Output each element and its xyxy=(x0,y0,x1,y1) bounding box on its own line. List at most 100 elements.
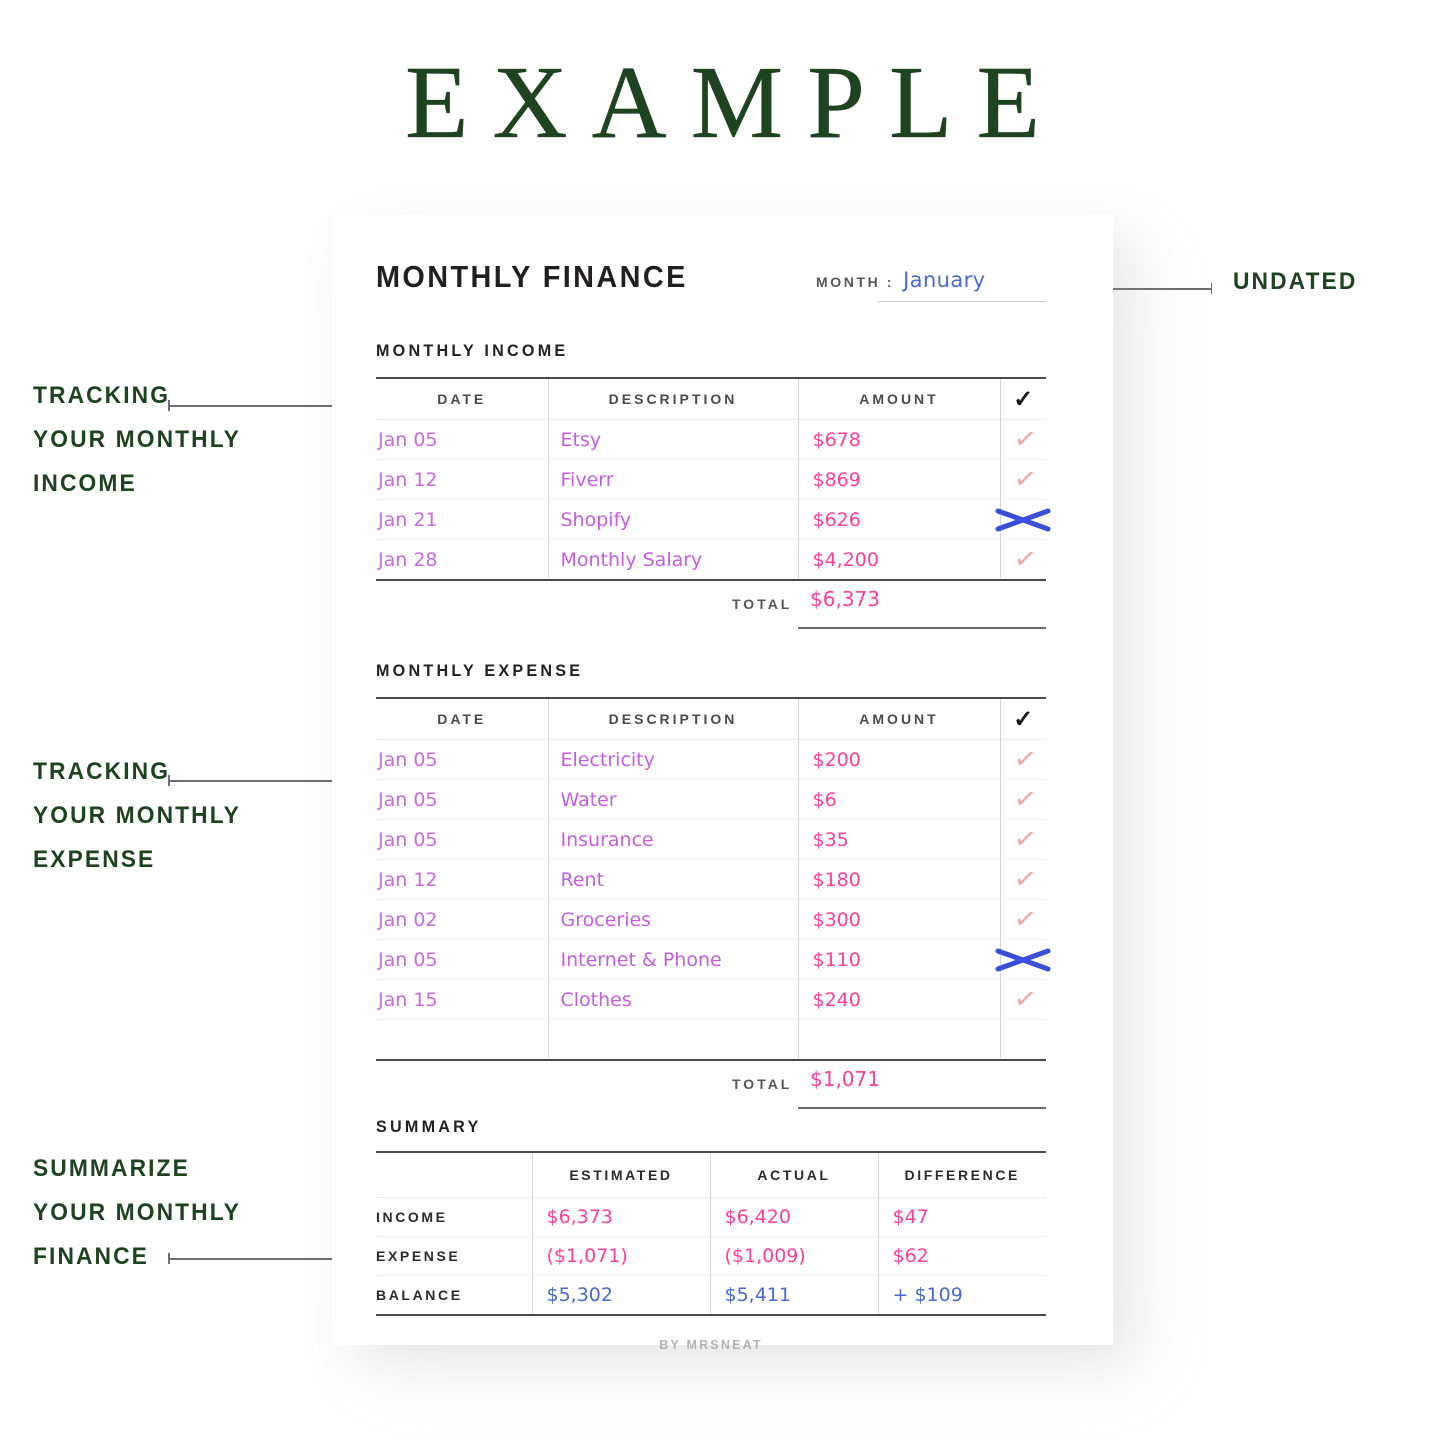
cell-amount[interactable]: $678 xyxy=(797,419,1000,460)
cell-date[interactable]: Jan 05 xyxy=(376,779,548,820)
annotation-expense-line2: YOUR MONTHLY xyxy=(33,802,241,829)
summary-cell-actual[interactable]: $6,420 xyxy=(709,1197,878,1237)
month-field[interactable]: MONTH : January xyxy=(816,268,1046,302)
cell-amount[interactable]: $240 xyxy=(797,979,1000,1020)
cell-description[interactable]: Fiverr xyxy=(547,459,798,500)
income-col-date: DATE xyxy=(376,377,548,420)
check-icon[interactable]: ✓ xyxy=(1012,783,1039,817)
cell-amount[interactable]: $300 xyxy=(797,899,1000,940)
summary-cell-estimated[interactable]: $5,302 xyxy=(531,1275,710,1315)
expense-col-date: DATE xyxy=(376,697,548,740)
cell-amount[interactable]: $626 xyxy=(797,499,1000,540)
cell-description[interactable]: Clothes xyxy=(547,979,798,1020)
month-label: MONTH : xyxy=(816,274,895,290)
check-icon[interactable]: ✓ xyxy=(1012,983,1039,1017)
cell-check[interactable]: ✓ xyxy=(999,979,1046,1020)
check-icon[interactable]: ✓ xyxy=(1012,543,1039,577)
cell-check[interactable]: ✓ xyxy=(999,779,1046,820)
cell-date[interactable]: Jan 12 xyxy=(376,459,548,500)
cell-description[interactable]: Monthly Salary xyxy=(547,539,798,580)
cell-amount[interactable]: $110 xyxy=(797,939,1000,980)
expense-table: DATE DESCRIPTION AMOUNT ✓ Jan 05 Electric… xyxy=(376,697,1051,1061)
cell-amount[interactable]: $180 xyxy=(797,859,1000,900)
connector-cap-right xyxy=(1210,283,1212,294)
check-icon[interactable]: ✓ xyxy=(1012,863,1039,897)
planner-page: MONTHLY FINANCE MONTH : January MONTHLY I… xyxy=(332,215,1113,1352)
cell-check[interactable]: ✓ xyxy=(999,539,1046,580)
cell-description[interactable]: Shopify xyxy=(547,499,798,540)
summary-cell-actual[interactable]: ($1,009) xyxy=(709,1236,878,1276)
cell-check[interactable]: ✓ xyxy=(999,419,1046,460)
check-icon[interactable]: ✓ xyxy=(1012,743,1039,777)
cell-description[interactable]: Water xyxy=(547,779,798,820)
section-heading-summary: SUMMARY xyxy=(376,1117,482,1136)
cell-description[interactable]: Etsy xyxy=(547,419,798,460)
income-table-body: Jan 05 Etsy $678 ✓ Jan 12 Fiverr $869 ✓ Jan 21 Sh… xyxy=(376,419,1051,581)
cell-date[interactable]: Jan 12 xyxy=(376,859,548,900)
annotation-expense-line3: EXPENSE xyxy=(33,846,156,873)
cell-amount[interactable]: $200 xyxy=(797,739,1000,780)
cell-date[interactable]: Jan 05 xyxy=(376,819,548,860)
cell-description[interactable]: Insurance xyxy=(547,819,798,860)
cell-date[interactable]: Jan 02 xyxy=(376,899,548,940)
cell-check[interactable] xyxy=(999,1019,1046,1060)
check-icon[interactable]: ✓ xyxy=(1012,463,1039,497)
cell-check[interactable] xyxy=(995,499,1051,540)
cell-date[interactable]: Jan 15 xyxy=(376,979,548,1020)
cell-description[interactable]: Groceries xyxy=(547,899,798,940)
cell-amount[interactable]: $4,200 xyxy=(797,539,1000,580)
annotation-expense-line1: TRACKING xyxy=(33,758,171,785)
table-row: Jan 12 Fiverr $869 ✓ xyxy=(376,459,1046,500)
annotation-income: TRACKING YOUR MONTHLY INCOME xyxy=(33,374,241,506)
expense-total-value[interactable]: $1,071 xyxy=(810,1067,880,1091)
cell-check[interactable]: ✓ xyxy=(999,739,1046,780)
cell-date[interactable]: Jan 05 xyxy=(376,939,548,980)
expense-total-label: TOTAL xyxy=(732,1076,793,1092)
summary-col-blank xyxy=(376,1151,532,1198)
expense-col-description: DESCRIPTION xyxy=(547,697,798,740)
credit-line: BY MRSNEAT xyxy=(659,1338,763,1352)
cell-amount[interactable]: $869 xyxy=(797,459,1000,500)
cell-description[interactable]: Internet & Phone xyxy=(547,939,798,980)
check-icon[interactable]: ✓ xyxy=(1012,903,1039,937)
income-total-value[interactable]: $6,373 xyxy=(810,587,880,611)
cell-check[interactable] xyxy=(995,939,1051,980)
expense-table-header-row: DATE DESCRIPTION AMOUNT ✓ xyxy=(376,697,1046,740)
cell-amount[interactable] xyxy=(797,1019,1000,1060)
cell-date[interactable]: Jan 28 xyxy=(376,540,548,581)
cell-amount[interactable]: $35 xyxy=(797,819,1000,860)
summary-row: INCOME $6,373 $6,420 $47 xyxy=(376,1197,1046,1237)
check-icon[interactable]: ✓ xyxy=(1012,823,1039,857)
cell-description[interactable] xyxy=(547,1019,798,1060)
summary-cell-difference[interactable]: $62 xyxy=(877,1236,1046,1276)
table-row: Jan 15 Clothes $240 ✓ xyxy=(376,979,1046,1020)
summary-cell-estimated[interactable]: $6,373 xyxy=(531,1197,710,1237)
cell-check[interactable]: ✓ xyxy=(999,899,1046,940)
cell-check[interactable]: ✓ xyxy=(999,819,1046,860)
cell-description[interactable]: Electricity xyxy=(547,739,798,780)
month-value[interactable]: January xyxy=(903,268,985,292)
table-row: Jan 05 Water $6 ✓ xyxy=(376,779,1046,820)
cell-date[interactable] xyxy=(376,1020,548,1061)
cell-amount[interactable]: $6 xyxy=(797,779,1000,820)
summary-cell-estimated[interactable]: ($1,071) xyxy=(531,1236,710,1276)
cell-check[interactable]: ✓ xyxy=(999,859,1046,900)
cell-date[interactable]: Jan 05 xyxy=(376,419,548,460)
summary-col-actual: ACTUAL xyxy=(709,1151,878,1198)
annotation-summary-line1: SUMMARIZE xyxy=(33,1155,190,1182)
check-icon: ✓ xyxy=(999,697,1046,740)
summary-cell-difference[interactable]: + $109 xyxy=(877,1275,1046,1315)
summary-cell-actual[interactable]: $5,411 xyxy=(709,1275,878,1315)
annotation-income-line3: INCOME xyxy=(33,470,137,497)
income-total-label: TOTAL xyxy=(732,596,793,612)
cross-icon xyxy=(995,948,1051,971)
cell-description[interactable]: Rent xyxy=(547,859,798,900)
cell-check[interactable]: ✓ xyxy=(999,459,1046,500)
table-row: Jan 02 Groceries $300 ✓ xyxy=(376,899,1046,940)
summary-cell-difference[interactable]: $47 xyxy=(877,1197,1046,1237)
cell-date[interactable]: Jan 21 xyxy=(376,499,548,540)
check-icon[interactable]: ✓ xyxy=(1012,423,1039,457)
cell-date[interactable]: Jan 05 xyxy=(376,739,548,780)
summary-col-difference: DIFFERENCE xyxy=(877,1151,1046,1198)
summary-row-label: INCOME xyxy=(376,1197,532,1237)
